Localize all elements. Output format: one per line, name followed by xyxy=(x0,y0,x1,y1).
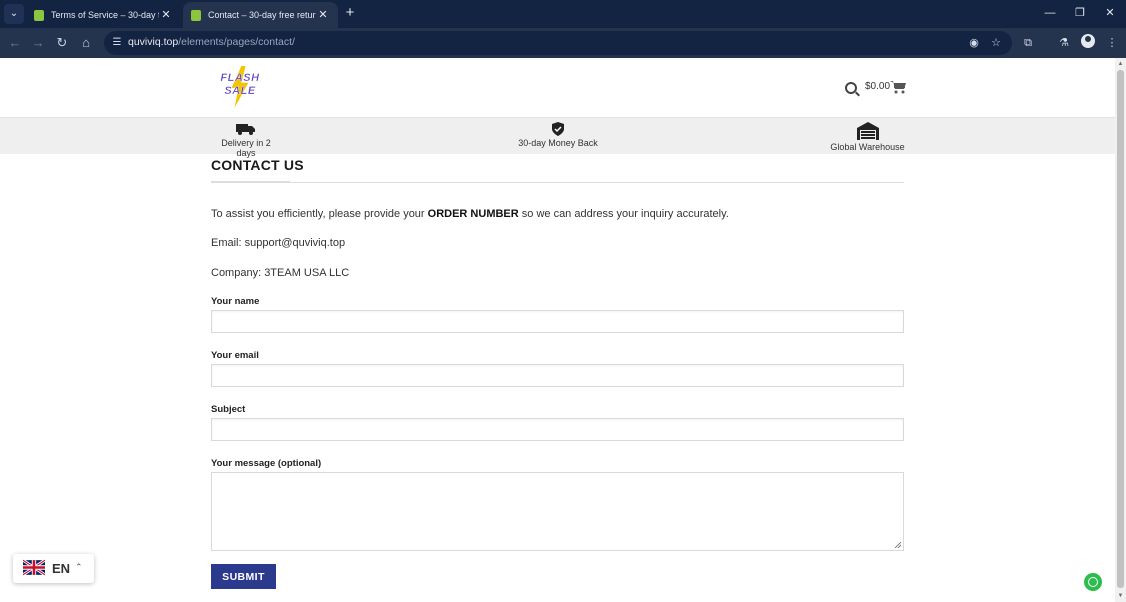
intro-after: so we can address your inquiry accuratel… xyxy=(518,208,729,220)
title-divider xyxy=(211,181,904,183)
site-info-icon[interactable]: ☰ xyxy=(110,36,124,50)
scroll-up-icon[interactable]: ▲ xyxy=(1117,60,1124,68)
close-tab-icon[interactable]: ✕ xyxy=(316,8,330,22)
logo-text-line2: SALE xyxy=(224,85,256,97)
truck-icon xyxy=(236,124,255,135)
message-label: Your message (optional) xyxy=(211,458,322,469)
bookmark-star-icon[interactable]: ☆ xyxy=(988,35,1004,51)
home-icon[interactable]: ⌂ xyxy=(77,34,95,52)
page-title: CONTACT US xyxy=(211,157,304,173)
feature-delivery: Delivery in 2 days xyxy=(211,122,281,158)
subject-label: Subject xyxy=(211,404,246,415)
language-code: EN xyxy=(52,561,71,576)
email-field[interactable] xyxy=(211,364,904,387)
extensions-icon[interactable]: ⧉ xyxy=(1019,34,1037,52)
warehouse-icon xyxy=(856,122,879,140)
feature-label: Global Warehouse xyxy=(830,142,905,152)
cart-icon[interactable] xyxy=(890,80,906,94)
shield-check-icon xyxy=(552,122,564,136)
cart-total[interactable]: $0.00 xyxy=(865,81,890,92)
browser-tab-strip: ⌄ Terms of Service – 30-day free r ✕ Con… xyxy=(0,0,1126,28)
new-tab-icon[interactable]: + xyxy=(342,5,358,21)
browser-tab-terms[interactable]: Terms of Service – 30-day free r ✕ xyxy=(26,2,181,28)
browser-toolbar: ← → ↻ ⌂ ☰ quviviq.top/elements/pages/con… xyxy=(0,28,1126,58)
page-scrollbar[interactable]: ▲ ▼ xyxy=(1115,58,1126,602)
scrollbar-thumb[interactable] xyxy=(1117,70,1124,588)
logo-text-line1: FLASH xyxy=(220,72,260,84)
close-tab-icon[interactable]: ✕ xyxy=(159,8,173,22)
tab-title: Contact – 30-day free return & xyxy=(208,10,316,20)
feature-money-back: 30-day Money Back xyxy=(518,122,598,148)
chat-widget-icon[interactable] xyxy=(1084,573,1102,591)
page-viewport: FLASH SALE $0.00 Delivery in 2 days 30-d… xyxy=(0,58,1115,602)
feature-label: 30-day Money Back xyxy=(518,138,598,148)
language-switcher[interactable]: EN ⌃ xyxy=(13,554,94,583)
reload-icon[interactable]: ↻ xyxy=(53,34,71,52)
shopify-favicon-icon xyxy=(34,9,44,21)
contact-form: Your name Your email Subject Your messag… xyxy=(211,296,904,589)
url-path: /elements/pages/contact/ xyxy=(178,36,295,48)
scroll-down-icon[interactable]: ▼ xyxy=(1117,592,1124,600)
company-name: Company: 3TEAM USA LLC xyxy=(211,267,350,279)
browser-menu-icon[interactable]: ⋮ xyxy=(1103,34,1121,52)
message-textarea[interactable] xyxy=(211,472,904,551)
store-logo[interactable]: FLASH SALE xyxy=(218,66,262,108)
tab-search-chevron-icon[interactable]: ⌄ xyxy=(4,4,24,24)
intro-text: To assist you efficiently, please provid… xyxy=(211,208,904,220)
url-text[interactable]: quviviq.top/elements/pages/contact/ xyxy=(128,36,295,48)
profile-avatar-icon[interactable] xyxy=(1081,34,1095,48)
browser-tab-contact[interactable]: Contact – 30-day free return & ✕ xyxy=(183,2,338,28)
url-host: quviviq.top xyxy=(128,36,179,48)
tab-title: Terms of Service – 30-day free r xyxy=(51,10,159,20)
intro-before: To assist you efficiently, please provid… xyxy=(211,208,428,220)
tracking-protection-eye-icon[interactable]: ◉ xyxy=(966,35,982,51)
feature-warehouse: Global Warehouse xyxy=(830,122,905,152)
minimize-icon[interactable]: — xyxy=(1042,5,1058,21)
back-icon[interactable]: ← xyxy=(6,34,24,52)
close-window-icon[interactable]: ✕ xyxy=(1102,5,1118,21)
submit-button[interactable]: SUBMIT xyxy=(211,564,276,589)
chevron-up-icon: ⌃ xyxy=(75,562,83,572)
labs-flask-icon[interactable]: ⚗ xyxy=(1055,34,1073,52)
shopify-favicon-icon xyxy=(191,9,201,21)
feature-bar: Delivery in 2 days 30-day Money Back Glo… xyxy=(0,117,1115,158)
search-icon[interactable] xyxy=(845,82,857,94)
subject-field[interactable] xyxy=(211,418,904,441)
restore-icon[interactable]: ❐ xyxy=(1072,5,1088,21)
address-bar[interactable]: ☰ quviviq.top/elements/pages/contact/ ◉ … xyxy=(104,31,1012,55)
name-label: Your name xyxy=(211,296,260,307)
forward-icon[interactable]: → xyxy=(29,34,47,52)
intro-order-number: ORDER NUMBER xyxy=(427,208,519,220)
contact-content: CONTACT US To assist you efficiently, pl… xyxy=(211,154,904,589)
uk-flag-icon xyxy=(23,559,45,576)
support-email: Email: support@quviviq.top xyxy=(211,237,346,249)
name-field[interactable] xyxy=(211,310,904,333)
email-label: Your email xyxy=(211,350,259,361)
